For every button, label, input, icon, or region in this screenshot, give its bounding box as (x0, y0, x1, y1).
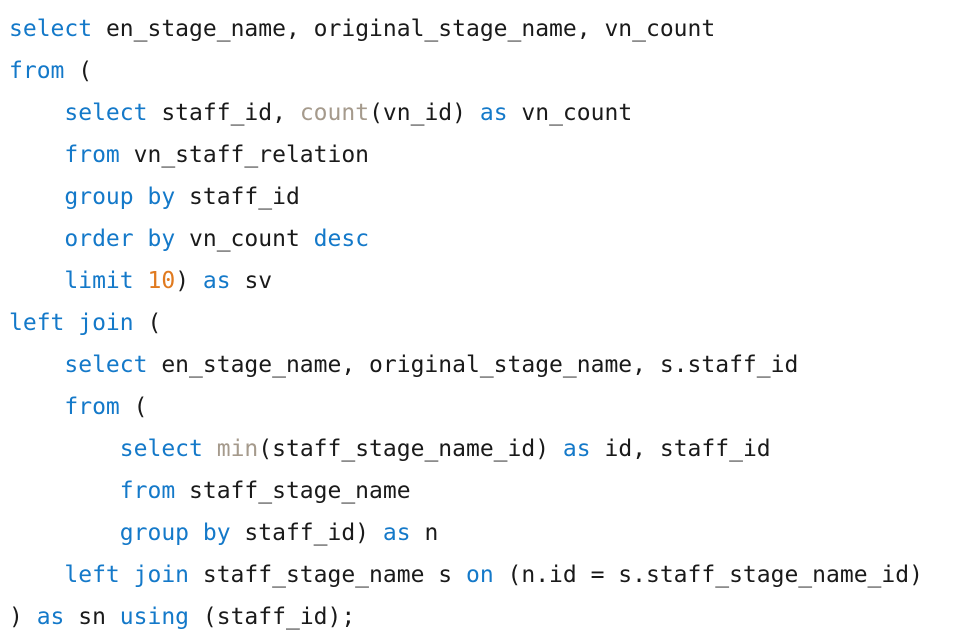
sql-text: vn_count (507, 100, 633, 126)
sql-text: (vn_id) (369, 100, 480, 126)
sql-keyword: on (465, 562, 494, 588)
sql-keyword: as (562, 436, 591, 462)
sql-text: staff_id (175, 184, 300, 210)
code-line: select en_stage_name, original_stage_nam… (9, 8, 923, 50)
sql-keyword: as (382, 520, 411, 546)
sql-keyword: select (64, 352, 148, 378)
sql-keyword: select (64, 100, 148, 126)
code-line: group by staff_id) as n (9, 512, 923, 554)
sql-keyword: left join (9, 310, 134, 336)
code-line: from ( (9, 50, 923, 92)
sql-text: ( (119, 394, 148, 420)
sql-text: (staff_id); (189, 604, 356, 630)
code-line: order by vn_count desc (9, 218, 923, 260)
sql-text: staff_stage_name (175, 478, 411, 504)
sql-keyword: select (119, 436, 203, 462)
sql-text: n (410, 520, 439, 546)
sql-keyword: from (64, 142, 120, 168)
sql-function: count (299, 100, 370, 126)
sql-text: ( (64, 58, 93, 84)
sql-text: staff_id, (147, 100, 300, 126)
sql-keyword: from (9, 58, 65, 84)
sql-keyword: as (36, 604, 65, 630)
code-line: select en_stage_name, original_stage_nam… (9, 344, 923, 386)
code-line: select min(staff_stage_name_id) as id, s… (9, 428, 923, 470)
sql-keyword: order by (64, 226, 176, 252)
sql-keyword: as (202, 268, 231, 294)
sql-keyword: using (119, 604, 190, 630)
sql-text: ( (133, 310, 162, 336)
sql-code-block: select en_stage_name, original_stage_nam… (9, 8, 923, 638)
sql-text: ) (9, 604, 37, 630)
sql-keyword: group by (64, 184, 176, 210)
sql-keyword: from (64, 394, 120, 420)
sql-text: en_stage_name, original_stage_name, s.st… (147, 352, 799, 378)
sql-text: id, staff_id (590, 436, 771, 462)
sql-text: (staff_stage_name_id) (258, 436, 563, 462)
sql-text: sn (64, 604, 120, 630)
sql-number: 10 (147, 268, 176, 294)
sql-keyword: limit (64, 268, 134, 294)
code-line: group by staff_id (9, 176, 923, 218)
sql-text: vn_staff_relation (119, 142, 370, 168)
sql-keyword: group by (119, 520, 231, 546)
code-line: select staff_id, count(vn_id) as vn_coun… (9, 92, 923, 134)
code-line: left join staff_stage_name s on (n.id = … (9, 554, 923, 596)
sql-text: ) (175, 268, 203, 294)
sql-keyword: desc (313, 226, 370, 252)
code-line: left join ( (9, 302, 923, 344)
sql-text: sv (230, 268, 273, 294)
sql-keyword: select (9, 16, 93, 42)
code-line: ) as sn using (staff_id); (9, 596, 923, 638)
sql-function: min (216, 436, 259, 462)
sql-text: vn_count (175, 226, 314, 252)
code-line: from ( (9, 386, 923, 428)
sql-text: (n.id = s.staff_stage_name_id) (493, 562, 923, 588)
sql-keyword: from (119, 478, 176, 504)
sql-keyword: as (479, 100, 508, 126)
sql-keyword: left join (64, 562, 190, 588)
sql-text: en_stage_name, original_stage_name, vn_c… (92, 16, 716, 42)
code-line: from vn_staff_relation (9, 134, 923, 176)
sql-text: staff_stage_name s (189, 562, 466, 588)
code-line: limit 10) as sv (9, 260, 923, 302)
sql-text: staff_id) (230, 520, 383, 546)
code-line: from staff_stage_name (9, 470, 923, 512)
